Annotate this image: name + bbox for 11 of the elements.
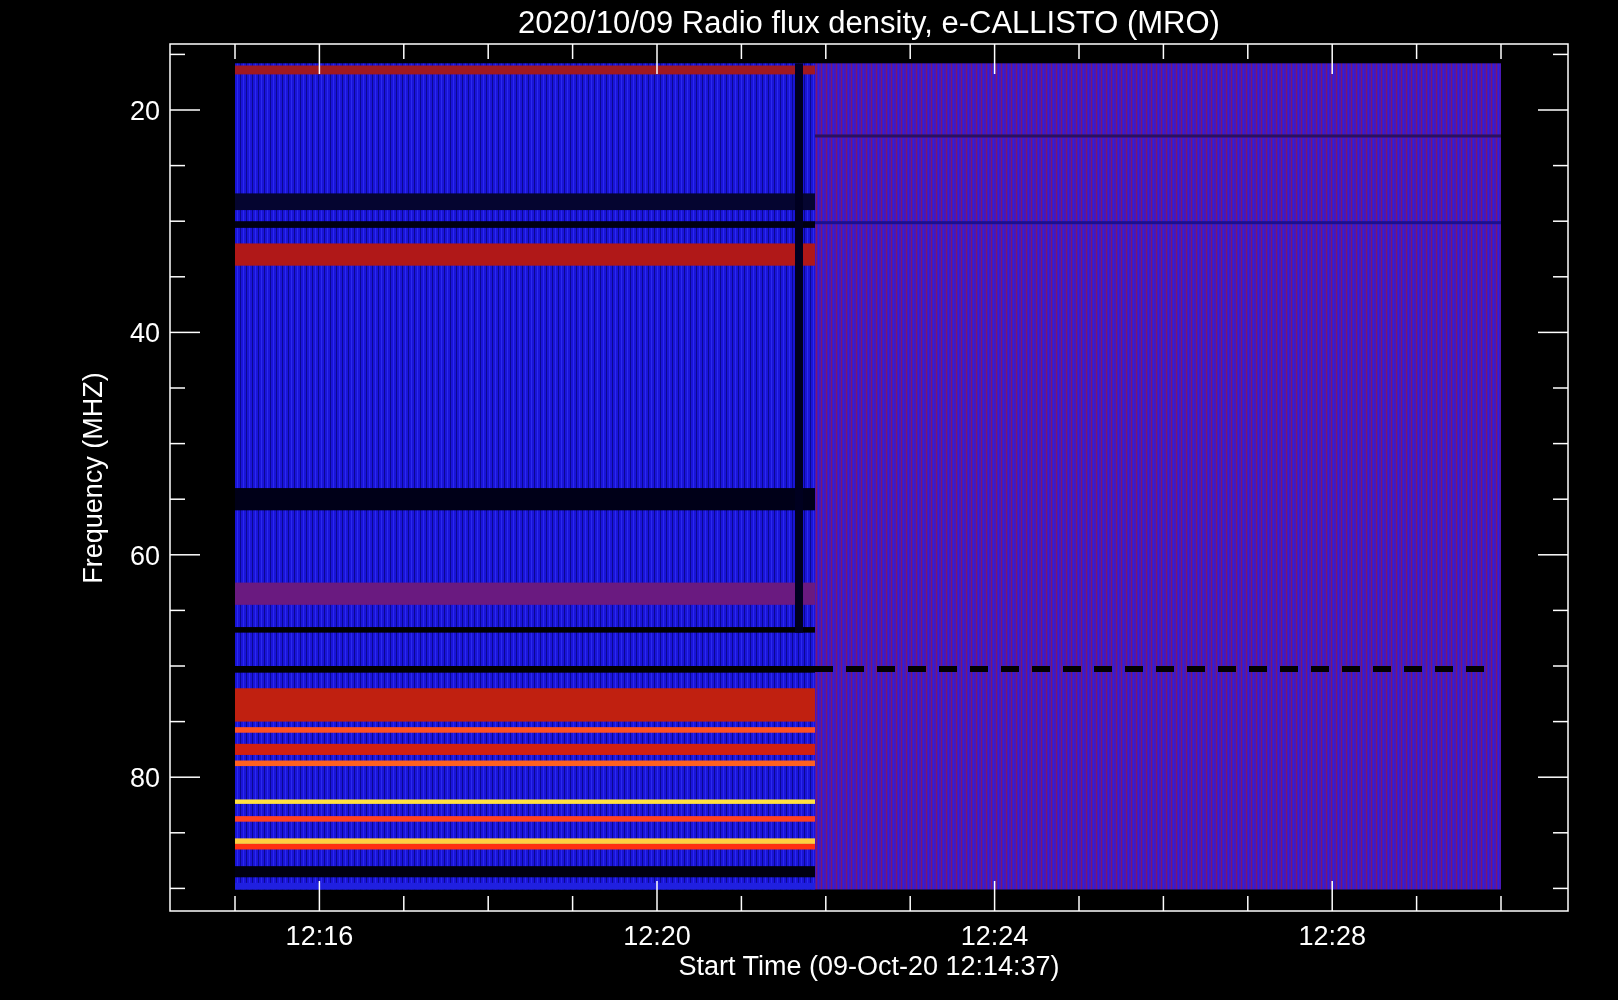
x-tick-label: 12:28 — [1298, 921, 1366, 951]
x-tick-label: 12:16 — [285, 921, 354, 951]
y-tick-label: 80 — [129, 763, 160, 794]
y-tick-label: 20 — [129, 96, 160, 126]
x-tick-label: 12:24 — [960, 921, 1029, 951]
chart-title: 2020/10/09 Radio flux density, e-CALLISTO (MRO) — [518, 5, 1220, 40]
x-axis-label: Start Time (09-Oct-20 12:14:37) — [678, 951, 1060, 981]
y-tick-label: 60 — [129, 540, 160, 571]
y-axis-label: Frequency (MHZ) — [78, 372, 108, 584]
y-tick-label: 40 — [129, 318, 160, 349]
x-tick-label: 12:20 — [623, 921, 691, 951]
